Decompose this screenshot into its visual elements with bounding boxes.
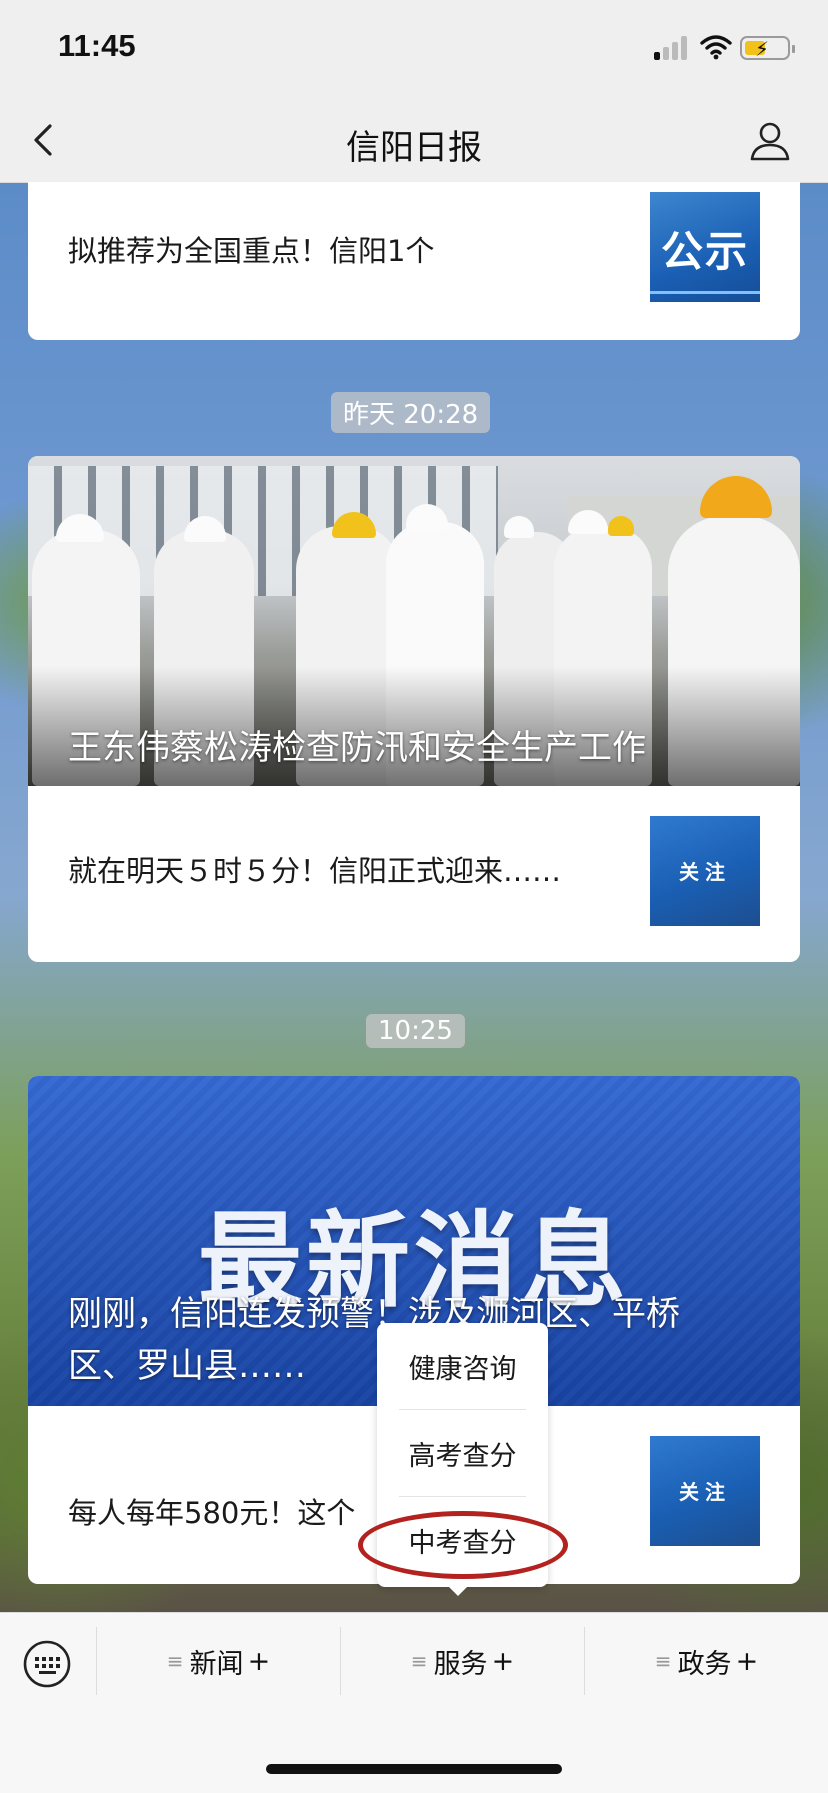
wifi-icon [700, 35, 732, 60]
article-thumbnail: 关注 [650, 1436, 760, 1546]
menu-lines-icon: ≡ [410, 1649, 428, 1673]
article-hero-title-line1[interactable]: 刚刚，信阳连发预警！涉及浉河区、平桥 [68, 1286, 680, 1335]
status-time: 11:45 [58, 28, 136, 63]
user-profile-icon[interactable] [748, 118, 792, 162]
menu-item-gaokao-score[interactable]: 高考查分 [377, 1410, 548, 1496]
signal-icon [654, 36, 690, 60]
article-title[interactable]: 每人每年580元！这个 [68, 1490, 355, 1532]
article-hero-title[interactable]: 王东伟蔡松涛检查防汛和安全生产工作 [68, 720, 646, 769]
article-hero-image[interactable]: 王东伟蔡松涛检查防汛和安全生产工作 [28, 456, 800, 786]
tab-services[interactable]: ≡ 服务 + [341, 1613, 584, 1709]
menu-item-health-consult[interactable]: 健康咨询 [377, 1323, 548, 1409]
menu-lines-icon: ≡ [166, 1649, 184, 1673]
tab-government-affairs[interactable]: ≡ 政务 + [585, 1613, 828, 1709]
popup-pointer [448, 1586, 468, 1596]
article-title[interactable]: 拟推荐为全国重点！信阳1个 [68, 228, 434, 270]
article-hero-title-line2[interactable]: 区、罗山县…… [68, 1338, 306, 1387]
page-title: 信阳日报 [346, 128, 482, 168]
message-timestamp: 10:25 [366, 1014, 465, 1048]
status-bar: 11:45 ⚡ [0, 0, 828, 100]
home-indicator[interactable] [266, 1764, 562, 1774]
battery-icon: ⚡ [740, 36, 795, 61]
menu-lines-icon: ≡ [654, 1649, 672, 1673]
article-title[interactable]: 就在明天５时５分！信阳正式迎来…… [68, 848, 561, 890]
article-thumbnail: 公示 [650, 192, 760, 302]
tab-news[interactable]: ≡ 新闻 + [97, 1613, 340, 1709]
highlight-annotation [358, 1511, 568, 1579]
article-thumbnail: 关注 [650, 816, 760, 926]
keyboard-toggle-icon[interactable] [22, 1639, 72, 1689]
article-card[interactable]: 拟推荐为全国重点！信阳1个 公示 [28, 182, 800, 340]
nav-bar: 信阳日报 [0, 100, 828, 183]
article-card[interactable]: 王东伟蔡松涛检查防汛和安全生产工作 就在明天５时５分！信阳正式迎来…… 关注 [28, 456, 800, 962]
message-timestamp: 昨天 20:28 [331, 392, 491, 433]
